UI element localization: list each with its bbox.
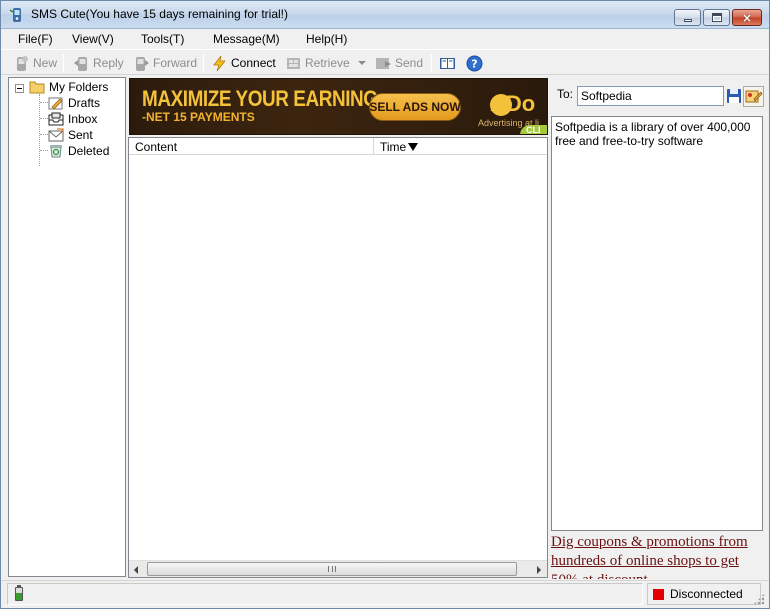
maximize-button[interactable] [703, 9, 730, 26]
help-icon: ? [466, 55, 483, 72]
message-body-textarea[interactable]: Softpedia is a library of over 400,000 f… [551, 116, 763, 531]
status-bar: Disconnected [1, 580, 769, 608]
tree-item-drafts[interactable]: Drafts [48, 95, 100, 111]
battery-icon [15, 585, 23, 601]
tree-item-deleted[interactable]: Deleted [48, 143, 109, 159]
message-list[interactable]: Content Time [128, 137, 548, 578]
connect-label: Connect [231, 56, 276, 70]
scrollbar-grip-icon [328, 566, 336, 572]
menu-bar: File(F) View(V) Tools(T) Message(M) Help… [1, 29, 769, 49]
folder-icon [29, 80, 45, 94]
scroll-right-icon[interactable] [530, 561, 547, 578]
tree-connector [40, 150, 48, 151]
reply-button[interactable]: Reply [73, 53, 124, 73]
send-button[interactable]: Send [375, 53, 423, 73]
forward-button[interactable]: Forward [133, 53, 197, 73]
close-icon: × [742, 11, 753, 25]
tree-connector [40, 118, 48, 119]
tree-item-inbox[interactable]: Inbox [48, 111, 97, 127]
reply-label: Reply [93, 56, 124, 70]
recipient-input[interactable] [577, 86, 724, 106]
scrollbar-thumb[interactable] [147, 562, 517, 576]
inbox-icon [48, 112, 64, 126]
forward-label: Forward [153, 56, 198, 70]
minimize-icon [684, 19, 692, 22]
sell-ads-now-button[interactable]: SELL ADS NOW [369, 93, 461, 121]
minimize-button[interactable] [674, 9, 701, 26]
collapse-toggle-icon[interactable] [15, 84, 24, 93]
toolbar: New Reply Forward Connect Retrieve Send … [1, 49, 769, 75]
retrieve-button[interactable]: Retrieve [285, 53, 350, 73]
ad-corner-badge: CLI [520, 125, 547, 134]
new-message-icon [13, 55, 30, 72]
tree-connector [39, 94, 40, 166]
horizontal-scrollbar[interactable] [129, 560, 547, 577]
disconnected-indicator-icon [653, 588, 664, 600]
tree-item-label: Deleted [68, 144, 110, 158]
window-title: SMS Cute(You have 15 days remaining for … [31, 7, 289, 21]
column-header-content[interactable]: Content [129, 138, 374, 155]
save-contact-button[interactable] [726, 88, 742, 104]
sent-icon [48, 128, 64, 142]
tree-item-label: Drafts [68, 96, 101, 110]
promo-link[interactable]: Dig coupons & promotions from hundreds o… [551, 533, 763, 579]
toolbar-separator [203, 54, 204, 72]
scroll-left-icon[interactable] [129, 561, 146, 578]
to-label: To: [557, 87, 574, 101]
ad-headline: MAXIMIZE YOUR EARNING [142, 86, 378, 111]
toolbar-separator [431, 54, 432, 72]
address-card-icon [745, 90, 763, 103]
toolbar-separator [63, 54, 64, 72]
status-pane-main [7, 583, 643, 605]
ad-logo-text: ADo [490, 91, 536, 116]
send-label: Send [395, 56, 424, 70]
tree-connector [40, 134, 48, 135]
menu-tools[interactable]: Tools(T) [141, 32, 184, 46]
retrieve-icon [285, 55, 302, 72]
address-book-button[interactable] [439, 53, 456, 73]
sms-app-icon [9, 7, 25, 23]
connection-status: Disconnected [670, 587, 743, 601]
list-header: Content Time [129, 138, 547, 155]
maximize-icon [712, 13, 722, 22]
menu-file[interactable]: File(F) [18, 32, 53, 46]
column-header-label: Time [380, 140, 407, 154]
retrieve-label: Retrieve [305, 56, 350, 70]
svg-text:?: ? [471, 57, 477, 70]
connect-button[interactable]: Connect [211, 53, 276, 73]
folder-tree: My Folders Drafts Inbox Sent Deleted [8, 77, 126, 577]
forward-icon [133, 55, 150, 72]
tree-connector [40, 102, 48, 103]
title-bar[interactable]: SMS Cute(You have 15 days remaining for … [1, 1, 769, 29]
reply-icon [73, 55, 90, 72]
book-icon [439, 55, 456, 72]
tree-item-label: My Folders [49, 80, 109, 94]
tree-item-label: Inbox [68, 112, 98, 126]
send-icon [375, 55, 392, 72]
status-pane-connection: Disconnected [647, 583, 761, 605]
ad-banner[interactable]: MAXIMIZE YOUR EARNING -NET 15 PAYMENTS S… [129, 78, 548, 135]
menu-message[interactable]: Message(M) [213, 32, 280, 46]
tree-item-label: Sent [68, 128, 93, 142]
new-label: New [33, 56, 58, 70]
column-header-time[interactable]: Time [375, 138, 547, 155]
retrieve-dropdown-arrow-icon[interactable] [358, 61, 366, 65]
close-button[interactable]: × [732, 9, 762, 26]
help-button[interactable]: ? [466, 53, 483, 73]
tree-item-sent[interactable]: Sent [48, 127, 93, 143]
floppy-disk-icon [727, 89, 741, 103]
recycle-bin-icon [48, 144, 64, 158]
menu-help[interactable]: Help(H) [306, 32, 347, 46]
select-contact-button[interactable] [743, 86, 764, 107]
drafts-icon [48, 96, 64, 110]
menu-view[interactable]: View(V) [72, 32, 114, 46]
tree-item-my-folders[interactable]: My Folders [29, 79, 108, 95]
lightning-icon [211, 55, 228, 72]
new-button[interactable]: New [13, 53, 57, 73]
app-window: SMS Cute(You have 15 days remaining for … [0, 0, 770, 609]
ad-subheadline: -NET 15 PAYMENTS [142, 110, 255, 124]
sort-descending-icon [408, 143, 419, 151]
